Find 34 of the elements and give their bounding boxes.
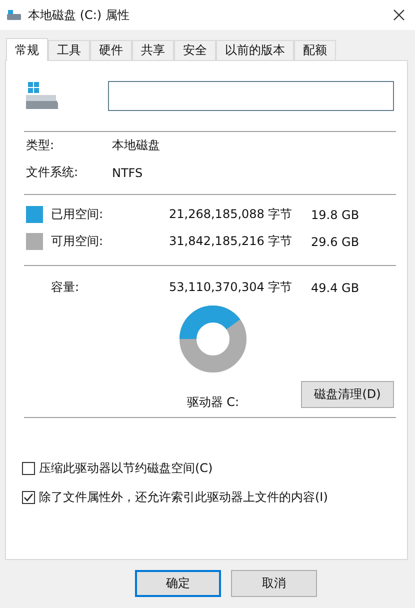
tab[interactable]: 硬件 <box>90 40 132 60</box>
capacity-label: 容量: <box>51 279 80 296</box>
info-value: 本地磁盘 <box>112 137 160 154</box>
tab[interactable]: 共享 <box>132 40 174 60</box>
close-icon[interactable] <box>393 9 405 21</box>
tab[interactable]: 工具 <box>48 40 90 60</box>
window-title: 本地磁盘 (C:) 属性 <box>28 6 130 24</box>
tab[interactable]: 常规 <box>6 38 48 61</box>
space-label: 已用空间: <box>51 206 104 223</box>
info-label: 类型: <box>26 137 56 154</box>
drive-name-field[interactable] <box>108 81 394 111</box>
drive-label: 驱动器 C: <box>186 394 239 410</box>
dialog-button[interactable]: 确定 <box>135 570 221 597</box>
drive-icon <box>24 81 60 111</box>
space-bytes: 31,842,185,216 字节 <box>169 233 294 250</box>
space-label: 可用空间: <box>51 233 104 250</box>
tab[interactable]: 配额 <box>294 40 336 60</box>
checkbox-label: 压缩此驱动器以节约磁盘空间(C) <box>39 460 213 477</box>
disk-cleanup-button[interactable]: 磁盘清理(D) <box>301 380 394 408</box>
checkbox-label: 除了文件属性外，还允许索引此驱动器上文件的内容(I) <box>39 489 328 506</box>
tab[interactable]: 以前的版本 <box>216 40 294 60</box>
checkbox[interactable] <box>22 491 35 504</box>
tab[interactable]: 安全 <box>174 40 216 60</box>
capacity-bytes: 53,110,370,304 字节 <box>169 279 294 296</box>
capacity-size: 49.4 GB <box>311 280 360 294</box>
space-size: 29.6 GB <box>311 234 360 248</box>
info-value: NTFS <box>112 166 143 180</box>
usage-donut <box>179 305 247 373</box>
info-label: 文件系统: <box>26 164 80 181</box>
space-size: 19.8 GB <box>311 208 360 222</box>
drive-icon <box>6 9 22 21</box>
space-bytes: 21,268,185,088 字节 <box>169 206 294 223</box>
dialog-button[interactable]: 取消 <box>231 570 317 597</box>
checkbox[interactable] <box>22 462 35 475</box>
